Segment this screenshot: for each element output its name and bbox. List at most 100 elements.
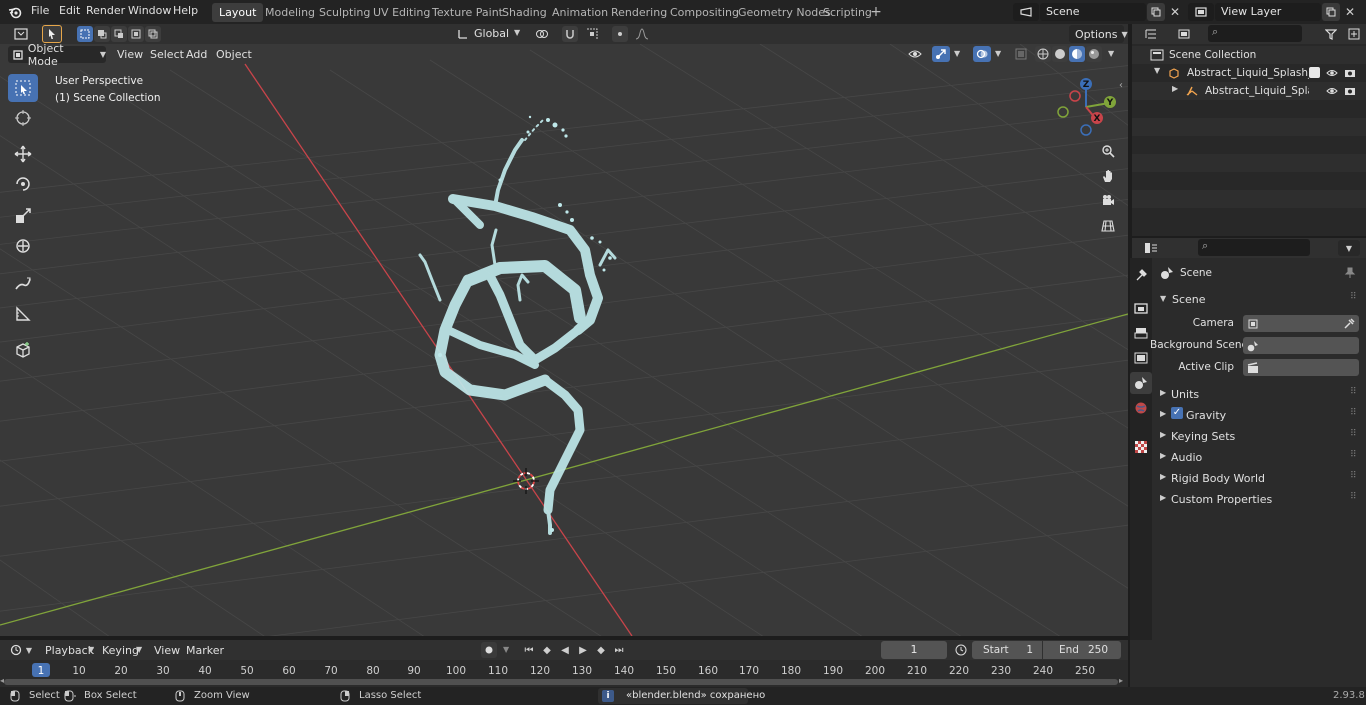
background-scene-field[interactable] bbox=[1243, 337, 1359, 354]
viewport-menu-view[interactable]: View bbox=[112, 47, 148, 62]
drag-handle-icon[interactable]: ⠿ bbox=[1350, 450, 1357, 460]
overlays-toggle-icon[interactable] bbox=[973, 46, 991, 62]
annotate-tool[interactable] bbox=[8, 270, 38, 298]
snap-icon[interactable] bbox=[562, 26, 578, 42]
view-layer-tab-icon[interactable] bbox=[1131, 347, 1151, 369]
visibility-filter-icon[interactable] bbox=[902, 46, 928, 62]
transform-orientation-dropdown[interactable]: Global bbox=[474, 27, 509, 40]
view-layer-field[interactable]: View Layer bbox=[1215, 3, 1321, 21]
camera-field[interactable] bbox=[1243, 315, 1359, 332]
status-report[interactable]: i «blender.blend» сохранено bbox=[598, 688, 765, 704]
current-frame-field[interactable]: 1 bbox=[881, 641, 947, 659]
xray-toggle-icon[interactable] bbox=[1013, 46, 1029, 62]
output-tab-icon[interactable] bbox=[1131, 322, 1151, 344]
menu-window[interactable]: Window bbox=[128, 4, 171, 17]
outliner-editor-type-icon[interactable] bbox=[1138, 26, 1164, 42]
drag-handle-icon[interactable]: ⠿ bbox=[1350, 408, 1357, 418]
timeline-menu-marker[interactable]: Marker bbox=[181, 643, 229, 658]
options-dropdown[interactable]: Options ▼ bbox=[1069, 25, 1128, 43]
select-mode-invert-icon[interactable] bbox=[128, 26, 144, 42]
shading-rendered-icon[interactable] bbox=[1086, 46, 1102, 62]
scroll-right-icon[interactable]: ▸ bbox=[1119, 676, 1123, 685]
properties-options-icon[interactable]: ▼ bbox=[1338, 240, 1360, 256]
scale-tool[interactable] bbox=[8, 202, 38, 230]
end-frame-field[interactable]: End 250 bbox=[1043, 641, 1121, 659]
collapse-sidebar-icon[interactable]: ‹ bbox=[1119, 80, 1123, 91]
camera-view-icon[interactable] bbox=[1097, 190, 1119, 212]
world-tab-icon[interactable] bbox=[1131, 397, 1151, 419]
new-collection-icon[interactable] bbox=[1346, 26, 1362, 42]
tool-tab-icon[interactable] bbox=[1131, 264, 1151, 286]
menu-file[interactable]: File bbox=[31, 4, 49, 17]
scene-tab-icon[interactable] bbox=[1130, 372, 1152, 394]
drag-handle-icon[interactable]: ⠿ bbox=[1350, 429, 1357, 439]
record-keyframe-icon[interactable] bbox=[481, 642, 497, 658]
object-mode-dropdown[interactable]: Object Mode ▼ bbox=[8, 42, 106, 68]
render-tab-icon[interactable] bbox=[1131, 297, 1151, 319]
preview-range-clock-icon[interactable] bbox=[953, 642, 969, 658]
timeline-editor-type-icon[interactable]: ▼ bbox=[8, 642, 34, 658]
viewport-menu-object[interactable]: Object bbox=[211, 47, 257, 62]
chevron-down-icon[interactable]: ▼ bbox=[954, 49, 960, 58]
jump-keyframe-forward-icon[interactable]: ◆ bbox=[592, 642, 610, 658]
audio-panel-header[interactable]: ▶ Audio ⠿ bbox=[1156, 447, 1362, 467]
editor-type-icon[interactable] bbox=[8, 26, 34, 42]
drag-handle-icon[interactable]: ⠿ bbox=[1350, 492, 1357, 502]
render-camera-icon[interactable] bbox=[1344, 86, 1356, 96]
chevron-down-icon[interactable]: ▼ bbox=[1108, 49, 1114, 58]
transform-orientation-icon[interactable] bbox=[455, 26, 471, 42]
drag-handle-icon[interactable]: ⠿ bbox=[1350, 387, 1357, 397]
viewport-menu-add[interactable]: Add bbox=[181, 47, 212, 62]
shading-solid-icon[interactable] bbox=[1052, 46, 1068, 62]
3d-viewport[interactable]: User Perspective (1) Scene Collection Z bbox=[0, 44, 1128, 636]
select-mode-subtract-icon[interactable] bbox=[111, 26, 127, 42]
scroll-left-icon[interactable]: ◂ bbox=[0, 676, 4, 685]
select-box-tool[interactable] bbox=[8, 74, 38, 102]
play-reverse-icon[interactable]: ◀ bbox=[556, 642, 574, 658]
outliner-row-scene-collection[interactable]: Scene Collection bbox=[1132, 46, 1366, 64]
select-mode-intersect-icon[interactable] bbox=[145, 26, 161, 42]
menu-edit[interactable]: Edit bbox=[59, 4, 80, 17]
scene-name-field[interactable]: Scene bbox=[1040, 3, 1146, 21]
select-tool-icon[interactable] bbox=[42, 25, 62, 43]
new-scene-icon[interactable] bbox=[1147, 3, 1165, 21]
jump-end-icon[interactable]: ⏭ bbox=[610, 642, 628, 658]
play-icon[interactable]: ▶ bbox=[574, 642, 592, 658]
menu-help[interactable]: Help bbox=[173, 4, 198, 17]
blender-logo-icon[interactable] bbox=[6, 3, 24, 21]
proportional-falloff-icon[interactable] bbox=[630, 26, 654, 42]
expand-toggle-icon[interactable]: ▼ bbox=[1154, 66, 1160, 75]
properties-editor-type-icon[interactable] bbox=[1138, 240, 1164, 256]
checkbox-icon[interactable] bbox=[1309, 67, 1320, 78]
drag-handle-icon[interactable]: ⠿ bbox=[1350, 292, 1357, 302]
view-layer-selector-icon[interactable] bbox=[1188, 3, 1214, 21]
filter-icon[interactable] bbox=[1318, 26, 1344, 42]
tab-layout[interactable]: Layout bbox=[212, 3, 264, 22]
toggle-perspective-grid-icon[interactable] bbox=[1097, 215, 1119, 237]
timeline-menu-view[interactable]: View bbox=[149, 643, 185, 658]
new-view-layer-icon[interactable] bbox=[1322, 3, 1340, 21]
gizmo-toggle-icon[interactable] bbox=[932, 46, 950, 62]
shading-wireframe-icon[interactable] bbox=[1035, 46, 1051, 62]
active-clip-field[interactable] bbox=[1243, 359, 1359, 376]
custom-properties-panel-header[interactable]: ▶ Custom Properties ⠿ bbox=[1156, 489, 1362, 509]
gravity-checkbox[interactable]: ✓ bbox=[1171, 407, 1183, 419]
delete-view-layer-icon[interactable]: ✕ bbox=[1341, 3, 1359, 21]
properties-search-input[interactable]: ⌕ bbox=[1198, 239, 1310, 256]
outliner-search-input[interactable]: ⌕ bbox=[1208, 25, 1302, 42]
gravity-panel-header[interactable]: ▶ ✓ Gravity ⠿ bbox=[1156, 405, 1362, 425]
measure-tool[interactable] bbox=[8, 300, 38, 328]
expand-toggle-icon[interactable]: ▶ bbox=[1172, 84, 1178, 93]
delete-scene-icon[interactable]: ✕ bbox=[1166, 3, 1184, 21]
add-workspace-icon[interactable]: + bbox=[868, 4, 884, 20]
scene-panel-header[interactable]: ▼ Scene ⠿ bbox=[1156, 290, 1362, 310]
rigid-body-world-panel-header[interactable]: ▶ Rigid Body World ⠿ bbox=[1156, 468, 1362, 488]
pivot-point-icon[interactable] bbox=[530, 26, 554, 42]
select-mode-extend-icon[interactable] bbox=[94, 26, 110, 42]
pan-hand-icon[interactable] bbox=[1097, 165, 1119, 187]
shading-material-icon[interactable] bbox=[1069, 46, 1085, 62]
start-frame-field[interactable]: Start 1 bbox=[972, 641, 1042, 659]
move-tool[interactable] bbox=[8, 140, 38, 168]
scene-selector-icon[interactable] bbox=[1013, 3, 1039, 21]
render-camera-icon[interactable] bbox=[1344, 68, 1356, 78]
